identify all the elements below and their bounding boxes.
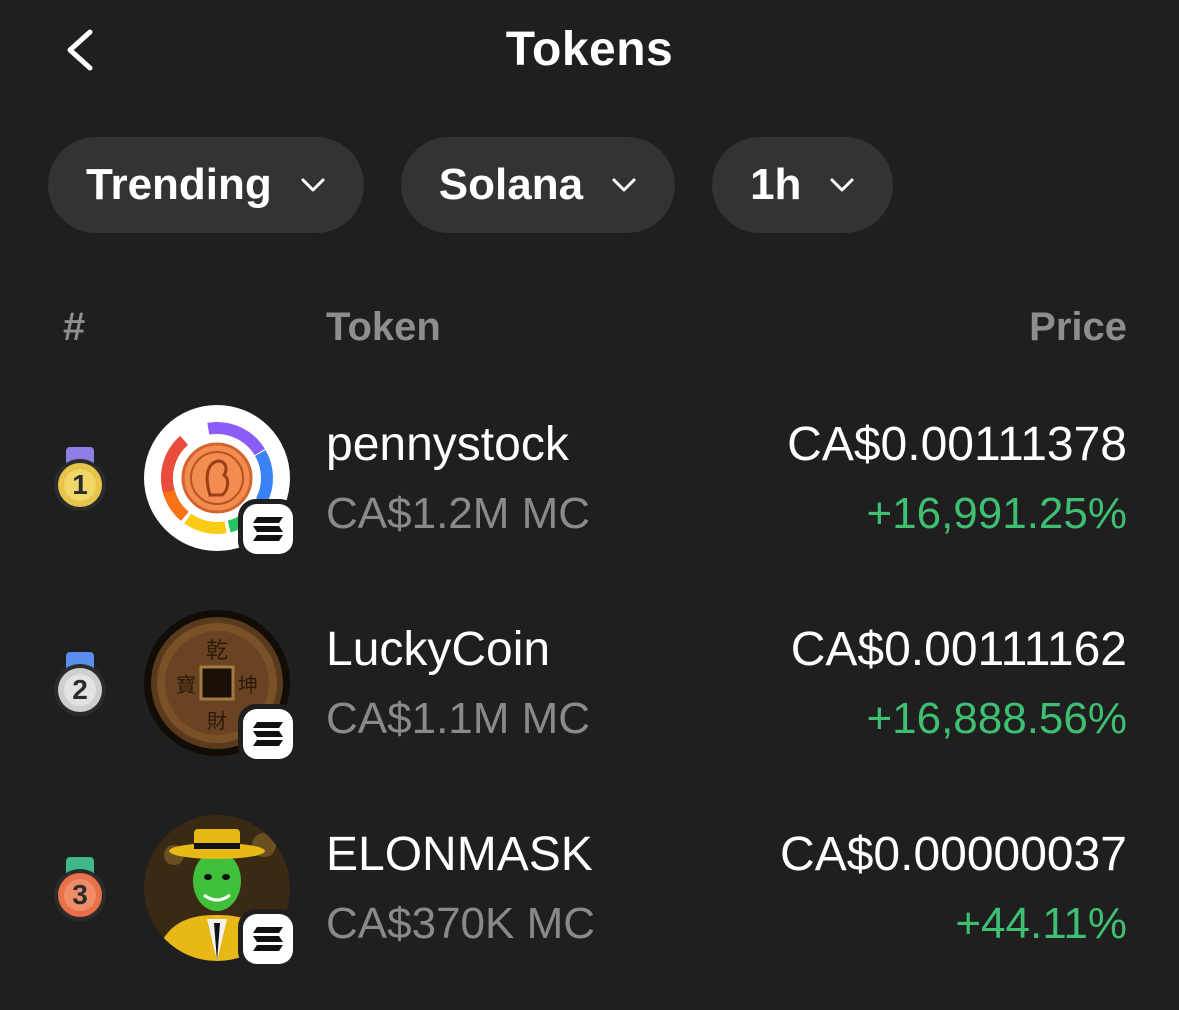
rank-medal: 3 — [50, 855, 110, 925]
token-name: pennystock — [326, 418, 569, 471]
chain-filter-label: Solana — [438, 160, 584, 209]
chain-badge — [238, 909, 298, 969]
rank-number: 1 — [72, 469, 88, 500]
rank-medal: 1 — [50, 445, 110, 515]
token-name: LuckyCoin — [326, 623, 551, 676]
chain-badge — [238, 704, 298, 764]
chain-badge — [238, 499, 298, 559]
rank-number: 2 — [72, 674, 88, 705]
token-row[interactable]: 1 pennystock CA$1.2M MC CA$0.00111378 +1… — [0, 395, 1179, 575]
token-price: CA$0.00111378 — [787, 418, 1127, 471]
chevron-down-icon — [301, 178, 325, 192]
token-price: CA$0.00000037 — [780, 828, 1127, 881]
solana-icon — [253, 722, 283, 746]
timeframe-filter-dropdown[interactable]: 1h — [712, 137, 894, 233]
filter-bar: Trending Solana 1h — [48, 137, 894, 233]
sort-filter-label: Trending — [86, 160, 272, 209]
svg-text:財: 財 — [207, 709, 227, 733]
token-change: +16,888.56% — [866, 694, 1127, 743]
token-market-cap: CA$1.1M MC — [326, 694, 591, 743]
chain-filter-dropdown[interactable]: Solana — [400, 137, 676, 233]
token-avatar — [144, 815, 298, 969]
sort-filter-dropdown[interactable]: Trending — [48, 137, 364, 233]
chevron-down-icon — [612, 178, 636, 192]
token-market-cap: CA$1.2M MC — [326, 489, 591, 538]
token-avatar — [144, 405, 298, 559]
token-row[interactable]: 3 ELONMASK CA$370K MC CA$0.00000037 +44.… — [0, 805, 1179, 985]
svg-text:乾: 乾 — [206, 639, 228, 664]
token-name: ELONMASK — [326, 828, 593, 881]
chevron-down-icon — [830, 178, 854, 192]
rank-medal: 2 — [50, 650, 110, 720]
token-change: +44.11% — [955, 899, 1127, 948]
header: Tokens — [0, 0, 1179, 100]
column-header-rank: # — [63, 305, 86, 349]
column-header-price: Price — [1029, 305, 1127, 349]
token-market-cap: CA$370K MC — [326, 899, 596, 948]
token-change: +16,991.25% — [866, 489, 1127, 538]
solana-icon — [253, 927, 283, 951]
svg-text:坤: 坤 — [238, 673, 258, 697]
token-row[interactable]: 2 乾 寶 坤 財 LuckyCoin CA$1.1M MC CA$0.0011… — [0, 600, 1179, 780]
timeframe-filter-label: 1h — [750, 160, 802, 209]
solana-icon — [253, 517, 283, 541]
token-price: CA$0.00111162 — [790, 623, 1127, 676]
token-avatar: 乾 寶 坤 財 — [144, 610, 298, 764]
svg-text:寶: 寶 — [176, 673, 196, 697]
rank-number: 3 — [72, 879, 88, 910]
page-title: Tokens — [505, 23, 674, 76]
column-header-token: Token — [326, 305, 441, 349]
